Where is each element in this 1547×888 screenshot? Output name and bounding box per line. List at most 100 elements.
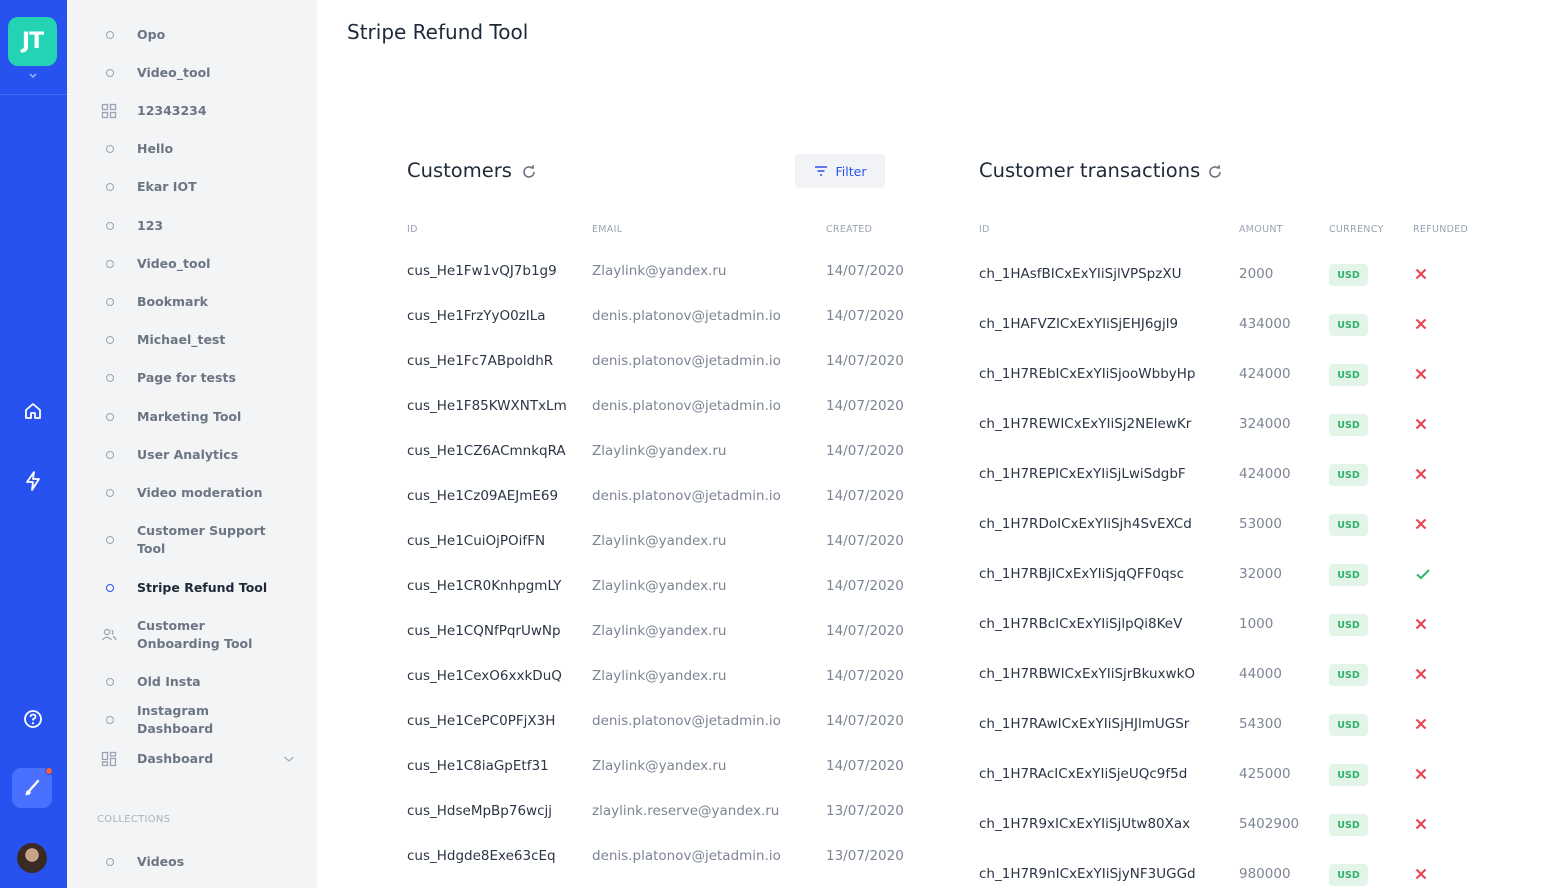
customer-created[interactable]: 14/07/2020	[826, 443, 904, 459]
customer-id[interactable]: cus_He1CuiOjPOifFN	[407, 533, 545, 549]
transaction-amount[interactable]: 32000	[1239, 566, 1282, 582]
home-icon[interactable]	[18, 396, 48, 426]
collection-item[interactable]: Videos	[67, 852, 317, 872]
customer-email[interactable]: denis.platonov@jetadmin.io	[592, 353, 781, 369]
customer-email[interactable]: denis.platonov@jetadmin.io	[592, 848, 781, 864]
sidebar-item[interactable]: 12343234	[67, 101, 317, 121]
help-icon[interactable]	[18, 704, 48, 734]
transaction-id[interactable]: ch_1H7RBjICxExYIiSjqQFF0qsc	[979, 566, 1184, 582]
transaction-amount[interactable]: 2000	[1239, 266, 1273, 282]
customer-id[interactable]: cus_HdseMpBp76wcjj	[407, 803, 552, 819]
customer-id[interactable]: cus_Hdgde8Exe63cEq	[407, 848, 556, 864]
customer-created[interactable]: 14/07/2020	[826, 488, 904, 504]
customer-email[interactable]: Zlaylink@yandex.ru	[592, 443, 726, 459]
transaction-id[interactable]: ch_1H7REbICxExYIiSjooWbbyHp	[979, 366, 1195, 382]
customer-id[interactable]: cus_He1FrzYyO0zILa	[407, 308, 546, 324]
customer-email[interactable]: Zlaylink@yandex.ru	[592, 623, 726, 639]
transaction-amount[interactable]: 324000	[1239, 416, 1291, 432]
customer-email[interactable]: Zlaylink@yandex.ru	[592, 533, 726, 549]
transaction-id[interactable]: ch_1H7RAcICxExYIiSjeUQc9f5d	[979, 766, 1187, 782]
transactions-col-refunded[interactable]: REFUNDED	[1413, 224, 1468, 235]
sidebar-item[interactable]: Marketing Tool	[67, 407, 317, 427]
customer-id[interactable]: cus_He1CZ6ACmnkqRA	[407, 443, 566, 459]
customer-id[interactable]: cus_He1F85KWXNTxLm	[407, 398, 567, 414]
avatar[interactable]	[17, 843, 47, 873]
transaction-id[interactable]: ch_1H7R9xICxExYIiSjUtw80Xax	[979, 816, 1190, 832]
customer-email[interactable]: denis.platonov@jetadmin.io	[592, 488, 781, 504]
customer-email[interactable]: Zlaylink@yandex.ru	[592, 263, 726, 279]
transaction-id[interactable]: ch_1H7REWICxExYIiSj2NElewKr	[979, 416, 1191, 432]
sidebar-item[interactable]: Hello	[67, 139, 317, 159]
customers-col-created[interactable]: CREATED	[826, 224, 872, 235]
customer-email[interactable]: Zlaylink@yandex.ru	[592, 758, 726, 774]
customer-id[interactable]: cus_He1Fc7ABpoldhR	[407, 353, 553, 369]
customer-id[interactable]: cus_He1Fw1vQJ7b1g9	[407, 263, 557, 279]
customer-created[interactable]: 14/07/2020	[826, 758, 904, 774]
transaction-amount[interactable]: 53000	[1239, 516, 1282, 532]
transactions-refresh-icon[interactable]	[1207, 164, 1223, 180]
lightning-icon[interactable]	[18, 466, 48, 496]
customer-email[interactable]: denis.platonov@jetadmin.io	[592, 308, 781, 324]
customer-created[interactable]: 14/07/2020	[826, 263, 904, 279]
customers-col-email[interactable]: EMAIL	[592, 224, 622, 235]
customer-created[interactable]: 14/07/2020	[826, 398, 904, 414]
sidebar-item[interactable]: Dashboard	[67, 749, 317, 769]
sidebar-item[interactable]: 123	[67, 216, 317, 236]
customer-id[interactable]: cus_He1CePC0PFjX3H	[407, 713, 555, 729]
sidebar-item[interactable]: Video_tool	[67, 63, 317, 83]
customer-created[interactable]: 14/07/2020	[826, 578, 904, 594]
transaction-id[interactable]: ch_1HAsfBICxExYIiSjlVPSpzXU	[979, 266, 1181, 282]
customer-created[interactable]: 13/07/2020	[826, 848, 904, 864]
filter-button[interactable]: Filter	[795, 154, 885, 188]
customer-id[interactable]: cus_He1CR0KnhpgmLY	[407, 578, 561, 594]
customer-id[interactable]: cus_He1Cz09AEJmE69	[407, 488, 558, 504]
sidebar-item[interactable]: Michael_test	[67, 330, 317, 350]
customers-col-id[interactable]: ID	[407, 224, 418, 235]
sidebar-item[interactable]: Page for tests	[67, 368, 317, 388]
transactions-col-currency[interactable]: CURRENCY	[1329, 224, 1384, 235]
transaction-id[interactable]: ch_1H7RBWICxExYIiSjrBkuxwkO	[979, 666, 1195, 682]
customers-refresh-icon[interactable]	[521, 164, 537, 180]
customer-email[interactable]: zlaylink.reserve@yandex.ru	[592, 803, 779, 819]
transaction-id[interactable]: ch_1H7RDoICxExYIiSjh4SvEXCd	[979, 516, 1192, 532]
chevron-down-icon[interactable]	[25, 72, 41, 84]
transactions-col-amount[interactable]: AMOUNT	[1239, 224, 1283, 235]
sidebar-item[interactable]: Opo	[67, 25, 317, 45]
sidebar-item[interactable]: Bookmark	[67, 292, 317, 312]
customer-created[interactable]: 14/07/2020	[826, 668, 904, 684]
customer-created[interactable]: 14/07/2020	[826, 533, 904, 549]
transaction-amount[interactable]: 425000	[1239, 766, 1291, 782]
transaction-id[interactable]: ch_1H7R9nICxExYIiSjyNF3UGGd	[979, 866, 1196, 882]
transaction-amount[interactable]: 5402900	[1239, 816, 1299, 832]
transaction-amount[interactable]: 424000	[1239, 366, 1291, 382]
customer-email[interactable]: denis.platonov@jetadmin.io	[592, 398, 781, 414]
transactions-col-id[interactable]: ID	[979, 224, 990, 235]
customer-created[interactable]: 14/07/2020	[826, 713, 904, 729]
customer-email[interactable]: denis.platonov@jetadmin.io	[592, 713, 781, 729]
transaction-amount[interactable]: 44000	[1239, 666, 1282, 682]
customer-created[interactable]: 13/07/2020	[826, 803, 904, 819]
sidebar-item[interactable]: Customer Onboarding Tool	[67, 618, 317, 651]
transaction-amount[interactable]: 424000	[1239, 466, 1291, 482]
transaction-id[interactable]: ch_1H7RBcICxExYIiSjlpQi8KeV	[979, 616, 1182, 632]
transaction-id[interactable]: ch_1H7RAwICxExYIiSjHJlmUGSr	[979, 716, 1189, 732]
sidebar-item[interactable]: User Analytics	[67, 445, 317, 465]
customer-created[interactable]: 14/07/2020	[826, 623, 904, 639]
customer-created[interactable]: 14/07/2020	[826, 353, 904, 369]
sidebar-item[interactable]: Instagram Dashboard	[67, 703, 317, 736]
sidebar-item[interactable]: Customer Support Tool	[67, 523, 317, 556]
customer-id[interactable]: cus_He1CQNfPqrUwNp	[407, 623, 561, 639]
transaction-amount[interactable]: 434000	[1239, 316, 1291, 332]
sidebar-item[interactable]: Video_tool	[67, 254, 317, 274]
transaction-amount[interactable]: 1000	[1239, 616, 1273, 632]
customer-id[interactable]: cus_He1C8iaGpEtf31	[407, 758, 549, 774]
customer-email[interactable]: Zlaylink@yandex.ru	[592, 668, 726, 684]
sidebar-item[interactable]: Video moderation	[67, 483, 317, 503]
sidebar-item[interactable]: Stripe Refund Tool	[67, 578, 317, 598]
customer-id[interactable]: cus_He1CexO6xxkDuQ	[407, 668, 562, 684]
app-logo[interactable]: JT	[8, 17, 57, 66]
transaction-amount[interactable]: 54300	[1239, 716, 1282, 732]
sidebar-item[interactable]: Old Insta	[67, 672, 317, 692]
customer-email[interactable]: Zlaylink@yandex.ru	[592, 578, 726, 594]
transaction-id[interactable]: ch_1HAFVZICxExYIiSjEHJ6gjl9	[979, 316, 1178, 332]
